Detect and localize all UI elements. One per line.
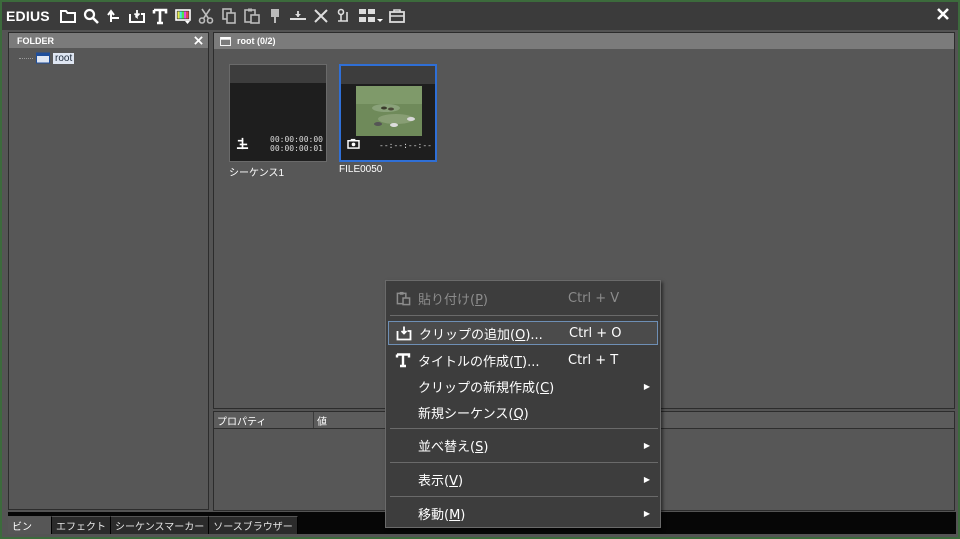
delete-icon[interactable] [311, 5, 331, 27]
submenu-arrow-icon: ▶ [643, 440, 650, 450]
context-menu: 貼り付け(P) Ctrl + V クリップの追加(O)... Ctrl + O … [385, 280, 661, 528]
tab-effect[interactable]: エフェクト [52, 516, 111, 534]
copy-icon[interactable] [219, 5, 239, 27]
app-brand: EDIUS [6, 8, 50, 24]
menu-item-paste[interactable]: 貼り付け(P) Ctrl + V [388, 286, 658, 310]
clip-thumbnail[interactable]: --:--:--:-- [339, 64, 437, 162]
up-icon[interactable] [104, 5, 124, 27]
title-icon[interactable] [150, 5, 170, 27]
close-window-icon[interactable] [934, 5, 952, 23]
tab-sequence-marker[interactable]: シーケンスマーカー [111, 516, 210, 534]
dropdown-icon[interactable] [376, 5, 384, 27]
insert-icon[interactable] [288, 5, 308, 27]
menu-item-view[interactable]: 表示(V) ▶ [388, 467, 658, 491]
folder-icon [36, 52, 50, 64]
menu-item-new-sequence[interactable]: 新規シーケンス(Q) [388, 400, 658, 424]
bin-title: root (0/2) [237, 36, 276, 46]
tree-item-root[interactable]: root [19, 52, 75, 64]
tab-bin[interactable]: ビン [8, 516, 52, 534]
clip-video[interactable]: --:--:--:-- FILE0050 [339, 64, 437, 175]
add-clip-icon [389, 325, 419, 341]
clip-timecode: 00:00:00:00 00:00:00:01 [270, 135, 323, 153]
clip-timecode: --:--:--:-- [379, 141, 432, 150]
folder-icon [220, 36, 231, 46]
video-thumbnail [356, 86, 422, 136]
menu-item-sort[interactable]: 並べ替え(S) ▶ [388, 433, 658, 457]
camera-icon [347, 134, 360, 153]
tab-source-browser[interactable]: ソースブラウザー [209, 516, 298, 534]
column-property[interactable]: プロパティ [214, 412, 314, 428]
toolbar: EDIUS [2, 2, 958, 30]
menu-separator [390, 496, 658, 497]
clip-name: FILE0050 [339, 164, 383, 175]
search-icon[interactable] [81, 5, 101, 27]
menu-separator [390, 428, 658, 429]
shortcut-label: Ctrl + T [568, 352, 619, 368]
view-mode-icon[interactable] [357, 5, 377, 27]
column-value[interactable]: 値 [314, 412, 327, 428]
menu-separator [390, 315, 658, 316]
clip-sequence[interactable]: 00:00:00:00 00:00:00:01 シーケンス1 [229, 64, 327, 179]
paste-icon [388, 291, 418, 306]
menu-separator [390, 462, 658, 463]
briefcase-icon[interactable] [387, 5, 407, 27]
folder-panel: FOLDER root [8, 32, 209, 510]
scene-detect-icon[interactable] [334, 5, 354, 27]
menu-item-new-clip[interactable]: クリップの新規作成(C) ▶ [388, 374, 658, 398]
clip-name: シーケンス1 [229, 168, 285, 179]
folder-icon[interactable] [58, 5, 78, 27]
sequence-icon [236, 135, 249, 154]
tree-item-label: root [53, 52, 75, 64]
menu-item-add-clip[interactable]: クリップの追加(O)... Ctrl + O [388, 321, 658, 345]
edius-bin-window: EDIUS FOLDER root root (0/2) 00:00:00:00… [0, 0, 960, 539]
title-icon [388, 352, 418, 368]
paste-icon[interactable] [242, 5, 262, 27]
shortcut-label: Ctrl + O [569, 325, 622, 341]
add-clip-icon[interactable] [127, 5, 147, 27]
menu-item-move[interactable]: 移動(M) ▶ [388, 501, 658, 525]
folder-panel-header: FOLDER [9, 33, 208, 48]
color-bars-icon[interactable] [173, 5, 193, 27]
bin-header: root (0/2) [214, 33, 954, 49]
marker-icon[interactable] [265, 5, 285, 27]
submenu-arrow-icon: ▶ [643, 508, 650, 518]
menu-item-create-title[interactable]: タイトルの作成(T)... Ctrl + T [388, 348, 658, 372]
close-panel-icon[interactable] [192, 34, 204, 46]
submenu-arrow-icon: ▶ [643, 381, 650, 391]
scissors-icon[interactable] [196, 5, 216, 27]
folder-panel-title: FOLDER [17, 35, 54, 46]
clip-thumbnail[interactable]: 00:00:00:00 00:00:00:01 [229, 64, 327, 162]
shortcut-label: Ctrl + V [568, 290, 620, 306]
submenu-arrow-icon: ▶ [643, 474, 650, 484]
